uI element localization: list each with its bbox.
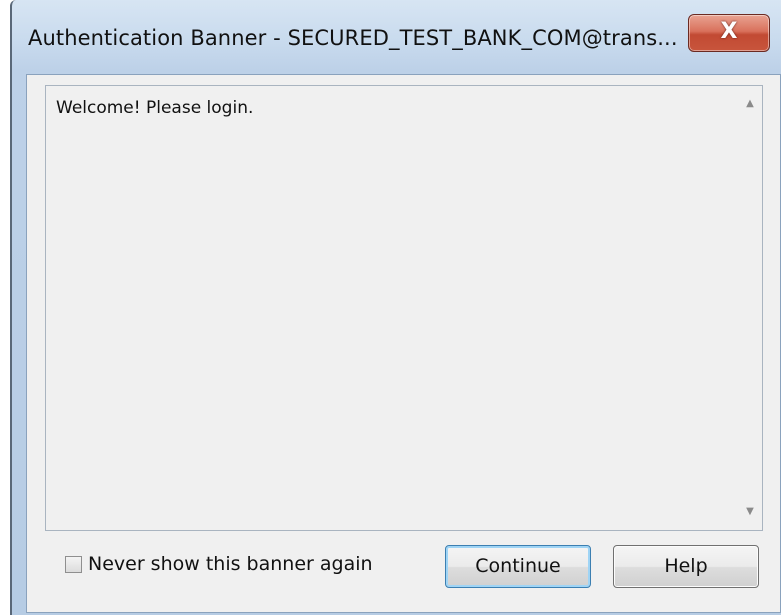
never-show-checkbox[interactable]	[65, 555, 82, 573]
never-show-option[interactable]: Never show this banner again	[65, 553, 373, 575]
banner-message: Welcome! Please login.	[56, 98, 254, 118]
dialog-client-area: Welcome! Please login. ▲ ▼ Never show th…	[26, 74, 781, 613]
banner-text-area[interactable]: Welcome! Please login. ▲ ▼	[45, 85, 763, 531]
help-button[interactable]: Help	[613, 545, 759, 588]
vertical-scrollbar[interactable]: ▲ ▼	[738, 86, 762, 530]
scroll-up-arrow-icon[interactable]: ▲	[738, 94, 762, 114]
dialog-window: Authentication Banner - SECURED_TEST_BAN…	[10, 0, 781, 615]
continue-button[interactable]: Continue	[445, 545, 591, 588]
close-icon: X	[720, 19, 738, 44]
window-title: Authentication Banner - SECURED_TEST_BAN…	[28, 26, 678, 50]
title-bar[interactable]: Authentication Banner - SECURED_TEST_BAN…	[12, 0, 781, 74]
never-show-label[interactable]: Never show this banner again	[88, 553, 373, 575]
close-button[interactable]: X	[688, 14, 770, 52]
scroll-down-arrow-icon[interactable]: ▼	[738, 502, 762, 522]
